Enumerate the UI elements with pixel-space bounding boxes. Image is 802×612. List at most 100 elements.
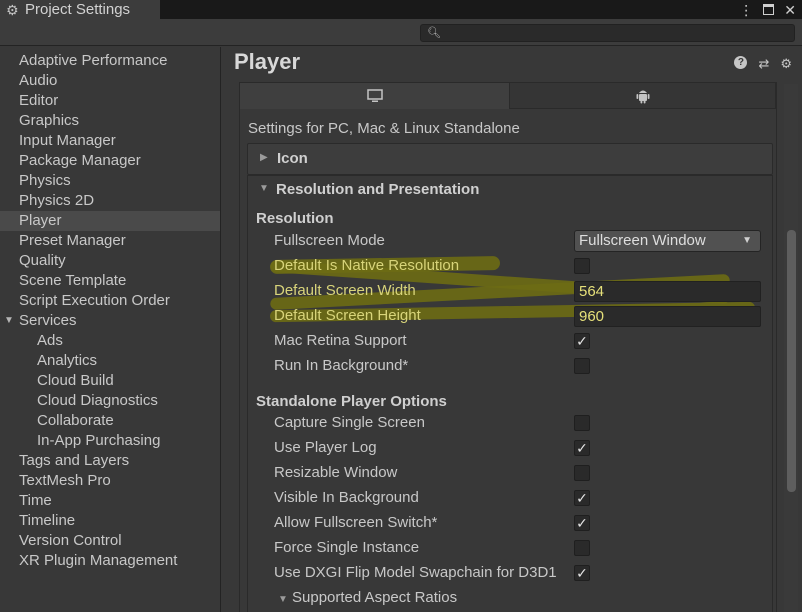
sidebar-item-label: Adaptive Performance bbox=[19, 52, 168, 69]
screen-height-value: 960 bbox=[579, 308, 605, 325]
aspect-ratios-label: Supported Aspect Ratios bbox=[292, 589, 458, 606]
use-dxgi-checkbox[interactable]: ✓ bbox=[574, 565, 590, 581]
sidebar-item-label: Timeline bbox=[19, 512, 76, 529]
screen-width-label: Default Screen Width bbox=[274, 282, 416, 299]
sidebar-item-version-control[interactable]: Version Control bbox=[0, 531, 220, 551]
sidebar-item-adaptive-performance[interactable]: Adaptive Performance bbox=[0, 51, 220, 71]
use-player-log-row: Use Player Log ✓ bbox=[248, 437, 774, 459]
sidebar-item-physics-2d[interactable]: Physics 2D bbox=[0, 191, 220, 211]
collapsed-arrow-icon: ▶ bbox=[260, 152, 268, 163]
chevron-down-icon: ▼ bbox=[742, 235, 752, 246]
run-in-background-row: Run In Background* bbox=[248, 355, 774, 377]
sidebar-item-analytics[interactable]: Analytics bbox=[0, 351, 220, 371]
sidebar-item-scene-template[interactable]: Scene Template bbox=[0, 271, 220, 291]
sidebar-item-package-manager[interactable]: Package Manager bbox=[0, 151, 220, 171]
screen-height-field[interactable]: 960 bbox=[574, 306, 761, 327]
sidebar-item-label: XR Plugin Management bbox=[19, 552, 178, 569]
sidebar-item-label: TextMesh Pro bbox=[19, 472, 111, 489]
screen-width-value: 564 bbox=[579, 283, 605, 300]
force-single-instance-label: Force Single Instance bbox=[274, 539, 420, 556]
sidebar-item-input-manager[interactable]: Input Manager bbox=[0, 131, 220, 151]
sidebar-item-label: Editor bbox=[19, 92, 59, 109]
allow-fullscreen-switch-checkbox[interactable]: ✓ bbox=[574, 515, 590, 531]
aspect-ratios-row[interactable]: ▼ Supported Aspect Ratios bbox=[248, 587, 774, 609]
use-player-log-checkbox[interactable]: ✓ bbox=[574, 440, 590, 456]
window-controls: ⋮ ✕ bbox=[739, 0, 796, 19]
sidebar-item-timeline[interactable]: Timeline bbox=[0, 511, 220, 531]
run-in-background-label: Run In Background* bbox=[274, 357, 409, 374]
window-title: Project Settings bbox=[25, 1, 131, 18]
use-player-log-label: Use Player Log bbox=[274, 439, 377, 456]
platform-tabs bbox=[240, 83, 776, 109]
sidebar-item-editor[interactable]: Editor bbox=[0, 91, 220, 111]
resizable-window-checkbox[interactable] bbox=[574, 465, 590, 481]
sidebar-item-label: Version Control bbox=[19, 532, 122, 549]
preset-sliders-icon[interactable]: ⇄ bbox=[758, 56, 769, 72]
force-single-instance-row: Force Single Instance bbox=[248, 537, 774, 559]
sidebar-item-preset-manager[interactable]: Preset Manager bbox=[0, 231, 220, 251]
expanded-arrow-icon[interactable]: ▼ bbox=[4, 311, 14, 331]
sidebar-item-time[interactable]: Time bbox=[0, 491, 220, 511]
visible-in-background-checkbox[interactable]: ✓ bbox=[574, 490, 590, 506]
maximize-icon[interactable] bbox=[763, 4, 775, 15]
sidebar-item-script-execution-order[interactable]: Script Execution Order bbox=[0, 291, 220, 311]
sidebar-item-tags-and-layers[interactable]: Tags and Layers bbox=[0, 451, 220, 471]
title-bar: ⚙ Project Settings ⋮ ✕ bbox=[0, 0, 802, 19]
more-options-icon[interactable]: ⋮ bbox=[739, 3, 753, 17]
help-icon[interactable]: ? bbox=[734, 56, 748, 69]
scrollbar-thumb[interactable] bbox=[787, 230, 796, 492]
sidebar-item-xr-plugin-management[interactable]: XR Plugin Management bbox=[0, 551, 220, 571]
native-resolution-checkbox[interactable] bbox=[574, 258, 590, 274]
project-settings-tab[interactable]: ⚙ Project Settings bbox=[0, 0, 160, 19]
fullscreen-mode-dropdown[interactable]: Fullscreen Window ▼ bbox=[574, 230, 761, 252]
use-dxgi-label: Use DXGI Flip Model Swapchain for D3D1 bbox=[274, 564, 557, 581]
sidebar-item-textmesh-pro[interactable]: TextMesh Pro bbox=[0, 471, 220, 491]
standalone-subheading: Standalone Player Options bbox=[256, 393, 447, 410]
sidebar-item-ads[interactable]: Ads bbox=[0, 331, 220, 351]
sidebar-item-collaborate[interactable]: Collaborate bbox=[0, 411, 220, 431]
sidebar-item-label: Audio bbox=[19, 72, 58, 89]
capture-single-screen-row: Capture Single Screen bbox=[248, 412, 774, 434]
sidebar-item-physics[interactable]: Physics bbox=[0, 171, 220, 191]
sidebar-item-services[interactable]: ▼ Services bbox=[0, 311, 220, 331]
sidebar-item-label: Scene Template bbox=[19, 272, 127, 289]
settings-gear-icon[interactable]: ⚙ bbox=[780, 56, 792, 72]
screen-width-row: Default Screen Width 564 bbox=[248, 280, 774, 302]
sidebar-item-audio[interactable]: Audio bbox=[0, 71, 220, 91]
screen-height-row: Default Screen Height 960 bbox=[248, 305, 774, 327]
run-in-background-checkbox[interactable] bbox=[574, 358, 590, 374]
tab-android[interactable] bbox=[510, 83, 776, 109]
mac-retina-row: Mac Retina Support ✓ bbox=[248, 330, 774, 352]
settings-for-label: Settings for PC, Mac & Linux Standalone bbox=[248, 120, 520, 137]
sidebar-item-player[interactable]: Player bbox=[0, 211, 220, 231]
sidebar-item-label: Cloud Build bbox=[37, 372, 114, 389]
capture-single-screen-label: Capture Single Screen bbox=[274, 414, 425, 431]
resolution-foldout[interactable]: ▼ Resolution and Presentation bbox=[247, 175, 773, 207]
sidebar-item-quality[interactable]: Quality bbox=[0, 251, 220, 271]
screen-width-field[interactable]: 564 bbox=[574, 281, 761, 302]
resolution-section-title: Resolution and Presentation bbox=[276, 181, 480, 198]
allow-fullscreen-switch-label: Allow Fullscreen Switch* bbox=[274, 514, 438, 531]
sidebar-item-in-app-purchasing[interactable]: In-App Purchasing bbox=[0, 431, 220, 451]
capture-single-screen-checkbox[interactable] bbox=[574, 415, 590, 431]
vertical-scrollbar[interactable] bbox=[784, 84, 798, 612]
expanded-arrow-icon: ▼ bbox=[278, 594, 288, 605]
icon-foldout[interactable]: ▶ Icon bbox=[247, 143, 773, 175]
sidebar-item-label: Ads bbox=[37, 332, 63, 349]
search-input[interactable]: 🔍︎ bbox=[420, 24, 795, 42]
header-icons: ? ⇄ ⚙ bbox=[734, 56, 792, 72]
sidebar-item-cloud-build[interactable]: Cloud Build bbox=[0, 371, 220, 391]
visible-in-background-row: Visible In Background ✓ bbox=[248, 487, 774, 509]
mac-retina-checkbox[interactable]: ✓ bbox=[574, 333, 590, 349]
force-single-instance-checkbox[interactable] bbox=[574, 540, 590, 556]
search-icon: 🔍︎ bbox=[427, 27, 441, 39]
close-icon[interactable]: ✕ bbox=[784, 3, 796, 17]
tab-standalone[interactable] bbox=[240, 83, 510, 109]
sidebar-item-graphics[interactable]: Graphics bbox=[0, 111, 220, 131]
allow-fullscreen-switch-row: Allow Fullscreen Switch* ✓ bbox=[248, 512, 774, 534]
player-content: Settings for PC, Mac & Linux Standalone … bbox=[239, 82, 777, 612]
resolution-subheading: Resolution bbox=[256, 210, 334, 227]
sidebar-item-label: Graphics bbox=[19, 112, 80, 129]
sidebar-item-cloud-diagnostics[interactable]: Cloud Diagnostics bbox=[0, 391, 220, 411]
resizable-window-label: Resizable Window bbox=[274, 464, 398, 481]
